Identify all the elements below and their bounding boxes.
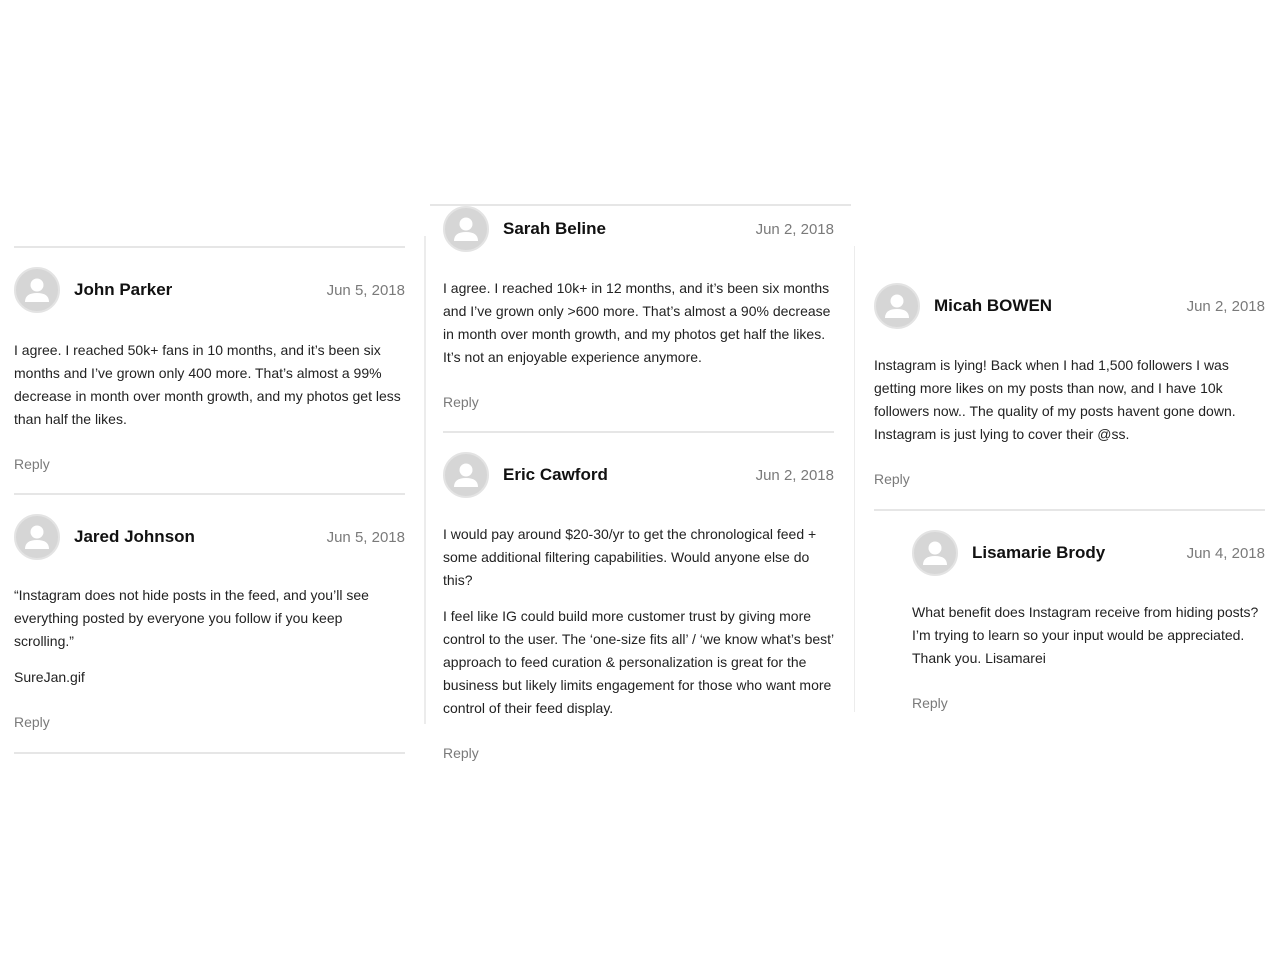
comments-column-middle: Sarah Beline Jun 2, 2018 I agree. I reac… [443,205,834,763]
comment-author: Eric Cawford [503,465,608,484]
comment-text: “Instagram does not hide posts in the fe… [14,587,369,649]
comment-body: I agree. I reached 50k+ fans in 10 month… [14,339,405,431]
comment-text: SureJan.gif [14,669,85,685]
comment: Jared Johnson Jun 5, 2018 “Instagram doe… [14,513,405,732]
user-avatar-icon [14,267,60,313]
comment-date: Jun 2, 2018 [1186,297,1265,315]
comment-body: Instagram is lying! Back when I had 1,50… [874,354,1265,446]
comment-author: Micah BOWEN [934,296,1053,315]
comment-author: Sarah Beline [503,219,606,238]
comment: Micah BOWEN Jun 2, 2018 Instagram is lyi… [874,282,1265,489]
reply-link[interactable]: Reply [443,394,479,410]
divider [443,431,834,433]
user-avatar-icon [443,452,489,498]
comment-author: John Parker [74,280,173,299]
reply-link[interactable]: Reply [912,695,948,711]
comment-text: I agree. I reached 10k+ in 12 months, an… [443,280,831,365]
comment-date: Jun 2, 2018 [755,466,834,484]
user-avatar-icon [912,530,958,576]
comment: Sarah Beline Jun 2, 2018 I agree. I reac… [443,205,834,412]
comment-date: Jun 4, 2018 [1186,544,1265,562]
reply-link[interactable]: Reply [14,714,50,730]
comment-date: Jun 5, 2018 [326,528,405,546]
comment-text: Instagram is lying! Back when I had 1,50… [874,357,1236,442]
reply-link[interactable]: Reply [443,745,479,761]
comment-text: I would pay around $20-30/yr to get the … [443,526,817,588]
comment-body: I agree. I reached 10k+ in 12 months, an… [443,277,834,369]
comment: John Parker Jun 5, 2018 I agree. I reach… [14,266,405,474]
user-avatar-icon [443,206,489,252]
comment-text: I feel like IG could build more customer… [443,608,834,716]
comments-column-right: Micah BOWEN Jun 2, 2018 Instagram is lyi… [874,282,1265,713]
reply-link[interactable]: Reply [874,471,910,487]
divider [14,752,405,754]
column-border [424,236,426,724]
divider [14,246,405,248]
comment-author: Jared Johnson [74,527,195,546]
comment-body: I would pay around $20-30/yr to get the … [443,523,834,720]
column-border [854,246,855,712]
comment-date: Jun 5, 2018 [326,281,405,299]
comment-date: Jun 2, 2018 [755,220,834,238]
divider [874,509,1265,511]
comment: Eric Cawford Jun 2, 2018 I would pay aro… [443,451,834,763]
user-avatar-icon [874,283,920,329]
comment-author: Lisamarie Brody [972,543,1106,562]
comment-body: What benefit does Instagram receive from… [912,601,1265,670]
comments-column-left: John Parker Jun 5, 2018 I agree. I reach… [14,246,405,754]
nested-reply-comment: Lisamarie Brody Jun 4, 2018 What benefit… [912,529,1265,713]
comment-text: I agree. I reached 50k+ fans in 10 month… [14,342,401,427]
divider [14,493,405,495]
user-avatar-icon [14,514,60,560]
reply-link[interactable]: Reply [14,456,50,472]
comment-body: “Instagram does not hide posts in the fe… [14,584,405,689]
comment-text: What benefit does Instagram receive from… [912,604,1259,666]
